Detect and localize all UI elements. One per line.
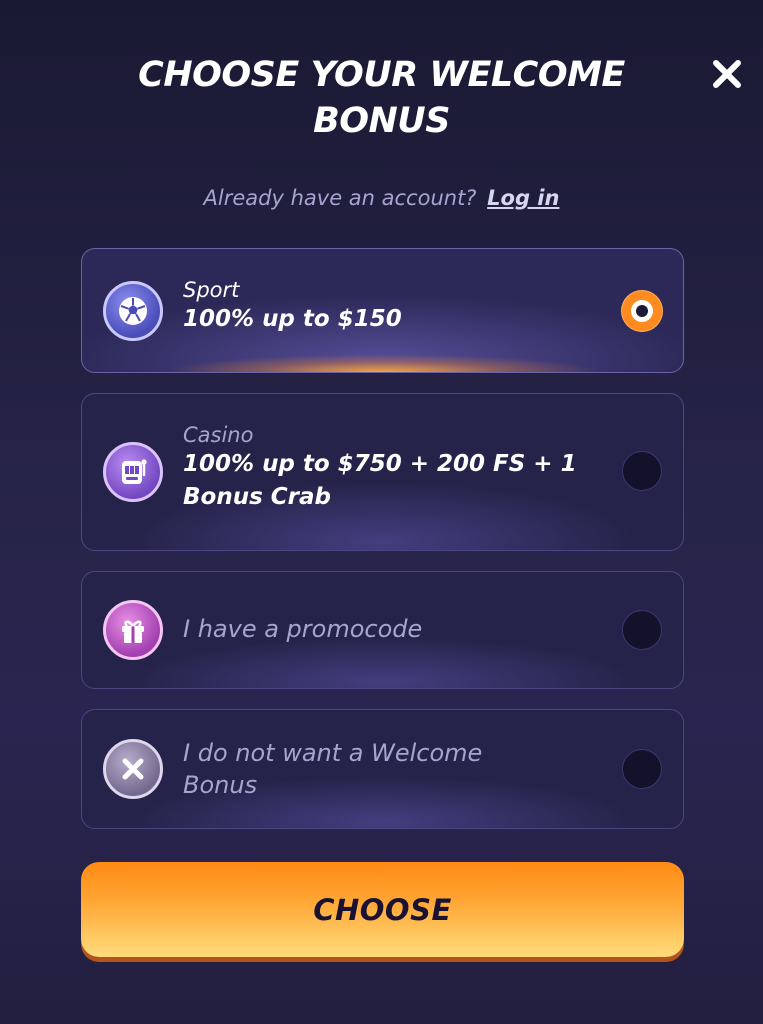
bonus-option-no-bonus[interactable]: I do not want a Welcome Bonus [81, 709, 684, 829]
account-prompt: Already have an account? Log in [0, 186, 763, 210]
option-label: I have a promocode [183, 615, 423, 643]
option-label: Casino [183, 423, 254, 447]
option-label: Sport [183, 278, 240, 302]
bonus-option-sport[interactable]: Sport 100% up to $150 [81, 248, 684, 373]
account-prompt-text: Already have an account? [203, 186, 477, 210]
slot-machine-icon [103, 442, 163, 502]
radio-button-no-bonus[interactable] [622, 749, 662, 789]
radio-button-casino[interactable] [622, 451, 662, 491]
cross-icon [103, 739, 163, 799]
login-link[interactable]: Log in [487, 186, 559, 210]
soccer-ball-icon [103, 281, 163, 341]
bonus-option-casino[interactable]: Casino 100% up to $750 + 200 FS + 1 Bonu… [81, 393, 684, 551]
radio-button-promocode[interactable] [622, 610, 662, 650]
option-value: 100% up to $750 + 200 FS + 1 Bonus Crab [183, 451, 577, 510]
option-value: 100% up to $150 [183, 306, 402, 332]
radio-button-sport[interactable] [622, 291, 662, 331]
gift-icon [103, 600, 163, 660]
modal-title: CHOOSE YOUR WELCOME BONUS [138, 55, 625, 141]
bonus-option-promocode[interactable]: I have a promocode [81, 571, 684, 689]
choose-button-label: CHOOSE [313, 892, 452, 927]
option-label: I do not want a Welcome Bonus [183, 739, 483, 799]
choose-button[interactable]: CHOOSE [81, 862, 684, 957]
